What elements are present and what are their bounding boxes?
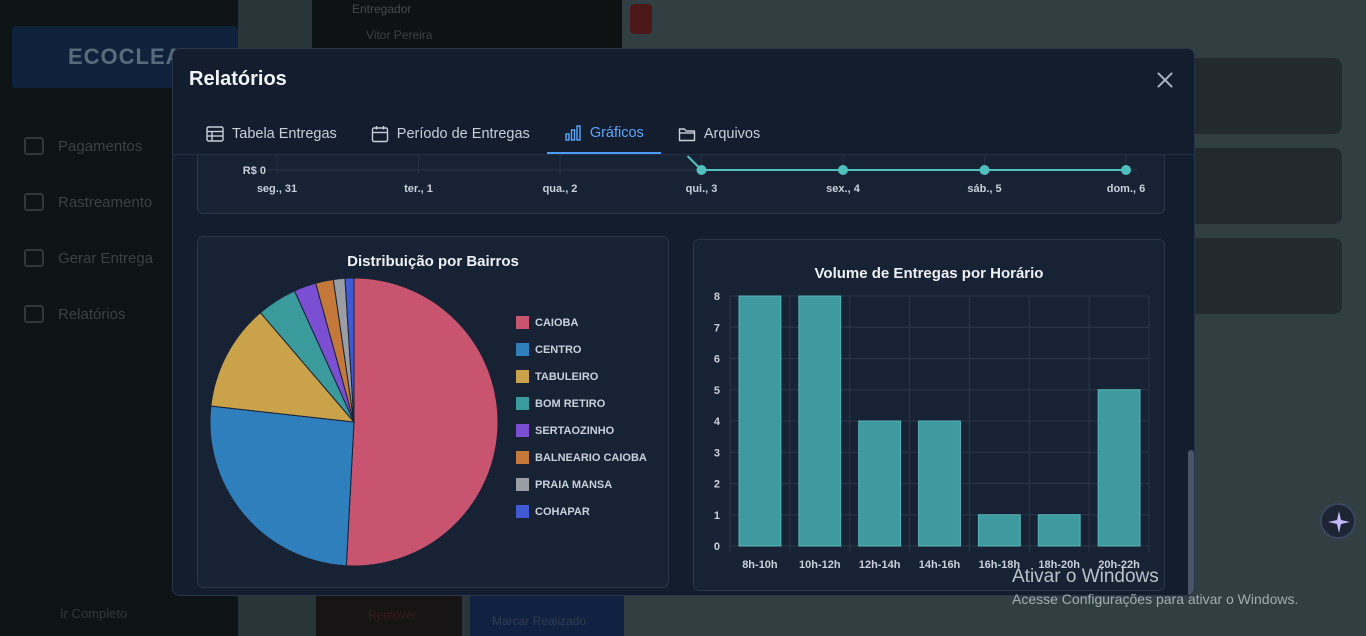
- legend-item[interactable]: CENTRO: [516, 336, 647, 363]
- modal-title: Relatórios: [189, 68, 287, 90]
- modal-scrollbar[interactable]: [1188, 450, 1194, 595]
- legend-label: SERTAOZINHO: [535, 424, 615, 437]
- line-chart-svg: R$ 0 seg., 31 ter., 1 qua., 2 qui., 3 sex., 4…: [243, 155, 1146, 195]
- x-tick-label: 8h-10h: [742, 559, 778, 571]
- bar: [977, 514, 1021, 547]
- bar: [738, 295, 782, 547]
- y-tick-label: 4: [714, 416, 721, 428]
- bar-chart-icon: [565, 124, 581, 141]
- legend-item[interactable]: COHAPAR: [516, 498, 647, 525]
- pie-slice-caioba: [345, 277, 499, 567]
- x-tick-label: sáb., 5: [967, 183, 1001, 195]
- bar-chart-panel: Volume de Entregas por Horário 012345678…: [693, 239, 1165, 591]
- x-tick-label: 10h-12h: [799, 559, 841, 571]
- y-tick-label: 8: [714, 291, 720, 303]
- data-point: [838, 165, 848, 175]
- sparkle-icon: [1328, 511, 1350, 533]
- data-point: [696, 165, 707, 175]
- legend-swatch: [516, 478, 529, 491]
- calendar-icon: [371, 125, 388, 142]
- tab-label: Período de Entregas: [396, 125, 530, 142]
- bar: [858, 420, 902, 547]
- x-tick-label: qui., 3: [686, 183, 718, 195]
- pie-slice-centro: [209, 405, 355, 567]
- revenue-line-chart: R$ 0 seg., 31 ter., 1 qua., 2 qui., 3 sex., 4…: [197, 155, 1165, 214]
- legend-label: PRAIA MANSA: [535, 478, 613, 491]
- legend-swatch: [516, 316, 529, 329]
- bar: [1037, 514, 1081, 547]
- pie-chart-svg: [209, 277, 499, 567]
- tab-bar: Tabela Entregas Período de Entregas Gráf…: [189, 113, 1179, 154]
- y-tick-label: 0: [714, 541, 720, 553]
- tab-tabela-entregas[interactable]: Tabela Entregas: [189, 113, 354, 154]
- legend-item[interactable]: BALNEARIO CAIOBA: [516, 444, 647, 471]
- x-tick-label: qua., 2: [543, 183, 578, 195]
- y-tick-label: 7: [714, 322, 720, 334]
- y-tick-label: 3: [714, 447, 720, 459]
- charts-content[interactable]: R$ 0 seg., 31 ter., 1 qua., 2 qui., 3 sex., 4…: [173, 155, 1194, 595]
- y-tick-label: R$ 0: [243, 165, 266, 177]
- bar: [918, 420, 961, 547]
- tab-label: Arquivos: [703, 125, 761, 142]
- bar: [1097, 389, 1141, 547]
- legend-item[interactable]: BOM RETIRO: [516, 390, 647, 417]
- reports-modal: Relatórios Tabela Entregas Período de En…: [172, 48, 1195, 596]
- legend-swatch: [516, 451, 529, 464]
- y-tick-label: 5: [714, 385, 720, 397]
- x-tick-label: ter., 1: [404, 183, 433, 195]
- windows-activation-title: Ativar o Windows: [1012, 566, 1159, 587]
- folder-icon: [678, 127, 696, 141]
- legend-swatch: [516, 370, 529, 383]
- legend-item[interactable]: TABULEIRO: [516, 363, 647, 390]
- tab-arquivos[interactable]: Arquivos: [661, 113, 777, 154]
- legend-label: BALNEARIO CAIOBA: [535, 451, 647, 464]
- tab-graficos[interactable]: Gráficos: [546, 113, 661, 154]
- legend-label: TABULEIRO: [535, 370, 599, 383]
- y-tick-label: 6: [714, 354, 720, 366]
- legend-swatch: [516, 397, 529, 410]
- close-icon[interactable]: [1154, 69, 1176, 91]
- pie-chart-panel: Distribuição por Bairros CAIOBA CENTRO TAB…: [197, 236, 669, 588]
- tab-label: Tabela Entregas: [232, 125, 337, 142]
- bar: [798, 295, 842, 547]
- x-tick-label: sex., 4: [826, 183, 861, 195]
- legend-swatch: [516, 343, 529, 356]
- legend-swatch: [516, 424, 529, 437]
- legend-label: CENTRO: [535, 343, 582, 356]
- data-point: [1121, 165, 1131, 175]
- pie-chart-title: Distribuição por Bairros: [347, 253, 519, 270]
- x-tick-label: 12h-14h: [859, 559, 901, 571]
- pie-legend: CAIOBA CENTRO TABULEIRO BOM RETIRO SERTAOZIN…: [516, 309, 647, 525]
- x-tick-label: seg., 31: [257, 183, 297, 195]
- tab-periodo-de-entregas[interactable]: Período de Entregas: [354, 113, 547, 154]
- tab-label: Gráficos: [589, 124, 644, 141]
- data-point: [979, 165, 990, 175]
- legend-item[interactable]: PRAIA MANSA: [516, 471, 647, 498]
- legend-item[interactable]: SERTAOZINHO: [516, 417, 647, 444]
- x-tick-label: 14h-16h: [919, 559, 961, 571]
- table-icon: [206, 125, 224, 142]
- y-tick-label: 2: [714, 479, 720, 491]
- legend-swatch: [516, 505, 529, 518]
- y-tick-label: 1: [714, 510, 720, 522]
- assistant-button[interactable]: [1320, 503, 1356, 539]
- windows-activation-subtitle: Acesse Configurações para ativar o Windo…: [1012, 591, 1299, 607]
- bar-chart-svg: 0123456788h-10h 10h-12h 12h-14h 14h-16h 16h-…: [714, 291, 1150, 571]
- x-tick-label: dom., 6: [1107, 183, 1146, 195]
- legend-label: BOM RETIRO: [535, 397, 606, 410]
- legend-item[interactable]: CAIOBA: [516, 309, 647, 336]
- legend-label: COHAPAR: [535, 505, 590, 518]
- legend-label: CAIOBA: [535, 316, 579, 329]
